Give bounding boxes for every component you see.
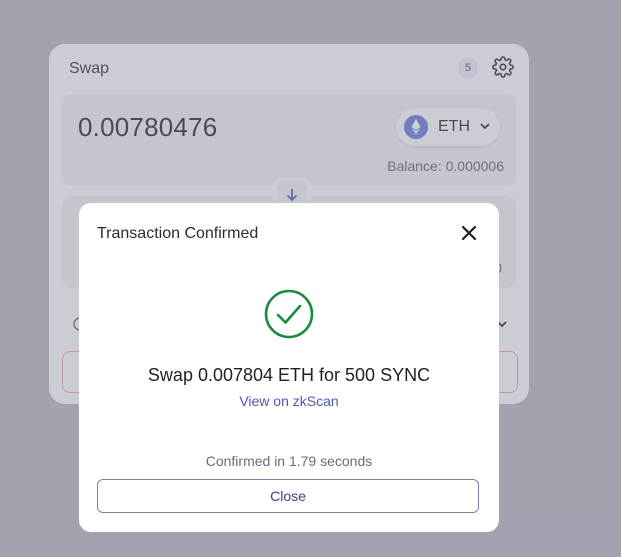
close-icon[interactable] [459,223,479,243]
check-circle-icon [264,289,314,339]
confirmation-time: Confirmed in 1.79 seconds [205,453,373,469]
modal-title: Transaction Confirmed [97,225,259,242]
transaction-confirmed-modal: Transaction Confirmed Swap 0.007804 ETH … [79,203,499,532]
view-on-explorer-link[interactable]: View on zkScan [79,393,499,409]
close-button[interactable]: Close [97,479,479,513]
swap-summary: Swap 0.007804 ETH for 500 SYNC [147,365,431,385]
